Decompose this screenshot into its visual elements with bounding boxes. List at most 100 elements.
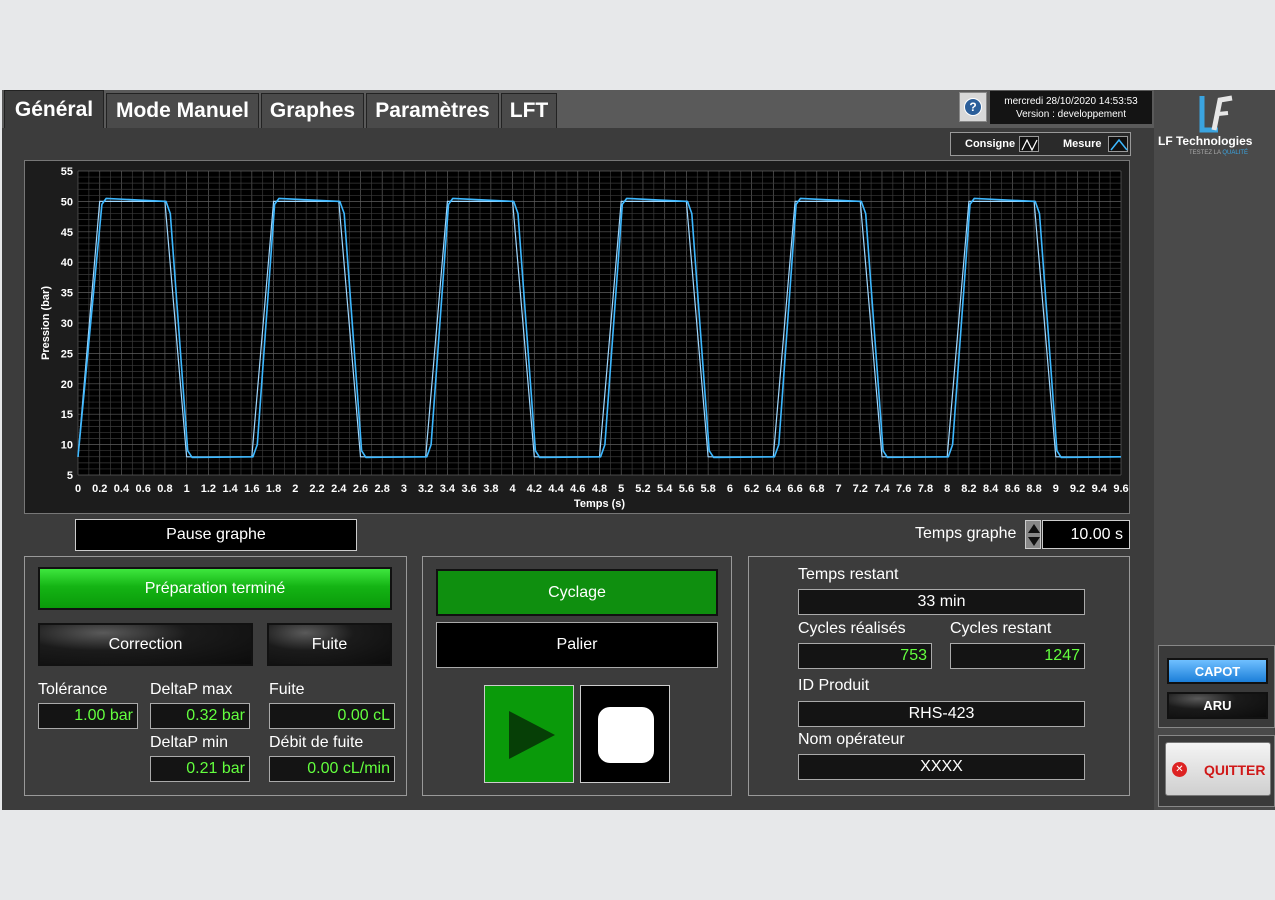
plot-legend: Consigne Mesure bbox=[950, 132, 1131, 156]
x-tick-label: 5 bbox=[618, 483, 624, 495]
legend-consigne-label: Consigne bbox=[965, 138, 1016, 150]
logo: LF Technologies TESTEZ LA QUALITÉ bbox=[1154, 90, 1275, 180]
temps-graphe-input[interactable]: 10.00 s bbox=[1042, 520, 1130, 549]
x-tick-label: 8.2 bbox=[961, 483, 976, 495]
tolerance-value: 1.00 bar bbox=[38, 703, 138, 729]
palier-button[interactable]: Palier bbox=[436, 622, 718, 668]
x-tick-label: 6.8 bbox=[809, 483, 824, 495]
x-tick-label: 3.6 bbox=[461, 483, 476, 495]
x-tick-label: 6.6 bbox=[787, 483, 802, 495]
info-panel: Temps restant 33 min Cycles réalisés 753… bbox=[748, 556, 1130, 796]
aru-led: ARU bbox=[1167, 692, 1268, 719]
fuite-label: Fuite bbox=[269, 681, 305, 698]
x-tick-label: 4.6 bbox=[570, 483, 585, 495]
y-tick-label: 40 bbox=[61, 257, 73, 269]
x-tick-label: 0.8 bbox=[157, 483, 172, 495]
y-tick-label: 5 bbox=[67, 470, 73, 482]
tagline-highlight: QUALITÉ bbox=[1222, 150, 1249, 156]
x-tick-label: 4.4 bbox=[548, 483, 564, 495]
x-tick-label: 2.4 bbox=[331, 483, 347, 495]
deltap-min-value: 0.21 bar bbox=[150, 756, 250, 782]
y-axis-label: Pression (bar) bbox=[40, 286, 52, 360]
deltap-max-value: 0.32 bar bbox=[150, 703, 250, 729]
x-tick-label: 5.6 bbox=[679, 483, 694, 495]
status-panel: Préparation terminé Correction Fuite Tol… bbox=[24, 556, 407, 796]
x-tick-label: 5.4 bbox=[657, 483, 673, 495]
tab-general[interactable]: Général bbox=[4, 90, 104, 128]
tolerance-label: Tolérance bbox=[38, 681, 108, 698]
stop-button[interactable] bbox=[580, 685, 670, 783]
x-tick-label: 1.8 bbox=[266, 483, 281, 495]
x-tick-label: 6 bbox=[727, 483, 733, 495]
x-tick-label: 8.4 bbox=[983, 483, 999, 495]
version-text: Version : developpement bbox=[1015, 109, 1127, 120]
correction-led: Correction bbox=[38, 623, 253, 666]
x-tick-label: 9 bbox=[1053, 483, 1059, 495]
tab-graphes[interactable]: Graphes bbox=[261, 93, 364, 128]
x-tick-label: 4.2 bbox=[527, 483, 542, 495]
tab-parametres[interactable]: Paramètres bbox=[366, 93, 499, 128]
temps-restant-label: Temps restant bbox=[798, 566, 899, 583]
brand-tagline: TESTEZ LA QUALITÉ bbox=[1189, 150, 1248, 156]
y-tick-label: 15 bbox=[61, 409, 73, 421]
x-tick-label: 3.2 bbox=[418, 483, 433, 495]
id-produit-label: ID Produit bbox=[798, 677, 870, 694]
y-tick-label: 25 bbox=[61, 348, 73, 360]
main-window: Général Mode Manuel Graphes Paramètres L… bbox=[2, 90, 1275, 810]
x-tick-label: 2.6 bbox=[353, 483, 368, 495]
chart-svg: 0 0.2 0.4 0.6 0.8 1 1.2 1.4 1.6 1.8 2 2.2 2.4 2.6 2.8 3… bbox=[40, 166, 1129, 510]
x-tick-label: 1 bbox=[184, 483, 190, 495]
tab-bar: Général Mode Manuel Graphes Paramètres L… bbox=[2, 90, 1154, 128]
cycles-realises-value: 753 bbox=[798, 643, 932, 669]
x-tick-label: 9.2 bbox=[1070, 483, 1085, 495]
datetime-display: mercredi 28/10/2020 14:53:53 Version : d… bbox=[990, 91, 1152, 124]
x-tick-label: 6.4 bbox=[766, 483, 782, 495]
help-button[interactable]: ? bbox=[959, 92, 987, 122]
x-tick-label: 2 bbox=[292, 483, 298, 495]
legend-consigne-swatch[interactable] bbox=[1019, 136, 1039, 152]
x-tick-label: 1.4 bbox=[222, 483, 238, 495]
cycles-realises-label: Cycles réalisés bbox=[798, 620, 906, 637]
tab-lft[interactable]: LFT bbox=[501, 93, 557, 128]
x-tick-label: 0.2 bbox=[92, 483, 107, 495]
cycles-restant-label: Cycles restant bbox=[950, 620, 1052, 637]
x-tick-label: 1.6 bbox=[244, 483, 259, 495]
x-tick-label: 9.6 bbox=[1113, 483, 1128, 495]
quitter-button[interactable]: ✕ QUITTER bbox=[1165, 742, 1271, 796]
x-tick-label: 7.4 bbox=[874, 483, 890, 495]
capot-led: CAPOT bbox=[1167, 658, 1268, 684]
arrow-down-icon[interactable] bbox=[1028, 537, 1040, 546]
stop-icon bbox=[598, 707, 654, 763]
y-tick-label: 20 bbox=[61, 379, 73, 391]
legend-mesure-swatch[interactable] bbox=[1108, 136, 1128, 152]
deltap-max-label: DeltaP max bbox=[150, 681, 233, 698]
temps-graphe-stepper[interactable] bbox=[1025, 520, 1041, 549]
x-tick-label: 8 bbox=[944, 483, 950, 495]
date-text: mercredi 28/10/2020 14:53:53 bbox=[1004, 96, 1138, 107]
tab-mode-manuel[interactable]: Mode Manuel bbox=[106, 93, 259, 128]
legend-mesure-label: Mesure bbox=[1063, 138, 1102, 150]
fuite-value: 0.00 cL bbox=[269, 703, 395, 729]
x-tick-label: 8.6 bbox=[1005, 483, 1020, 495]
x-tick-label: 5.8 bbox=[700, 483, 715, 495]
x-tick-label: 7.2 bbox=[853, 483, 868, 495]
play-icon bbox=[509, 711, 555, 759]
arrow-up-icon[interactable] bbox=[1028, 524, 1040, 533]
quitter-label: QUITTER bbox=[1204, 762, 1266, 778]
cyclage-button[interactable]: Cyclage bbox=[436, 569, 718, 616]
y-tick-label: 35 bbox=[61, 288, 73, 300]
play-button[interactable] bbox=[484, 685, 574, 783]
y-tick-label: 50 bbox=[61, 196, 73, 208]
x-tick-label: 2.2 bbox=[309, 483, 324, 495]
x-tick-label: 3.4 bbox=[440, 483, 456, 495]
x-tick-label: 3.8 bbox=[483, 483, 498, 495]
fuite-led: Fuite bbox=[267, 623, 392, 666]
x-tick-label: 0.6 bbox=[136, 483, 151, 495]
temps-restant-value: 33 min bbox=[798, 589, 1085, 615]
debit-label: Débit de fuite bbox=[269, 734, 364, 751]
pressure-chart: 0 0.2 0.4 0.6 0.8 1 1.2 1.4 1.6 1.8 2 2.2 2.4 2.6 2.8 3… bbox=[24, 160, 1130, 514]
x-tick-label: 6.2 bbox=[744, 483, 759, 495]
x-tick-label: 0.4 bbox=[114, 483, 130, 495]
preparation-led: Préparation terminé bbox=[38, 567, 392, 610]
pause-graph-button[interactable]: Pause graphe bbox=[75, 519, 357, 551]
